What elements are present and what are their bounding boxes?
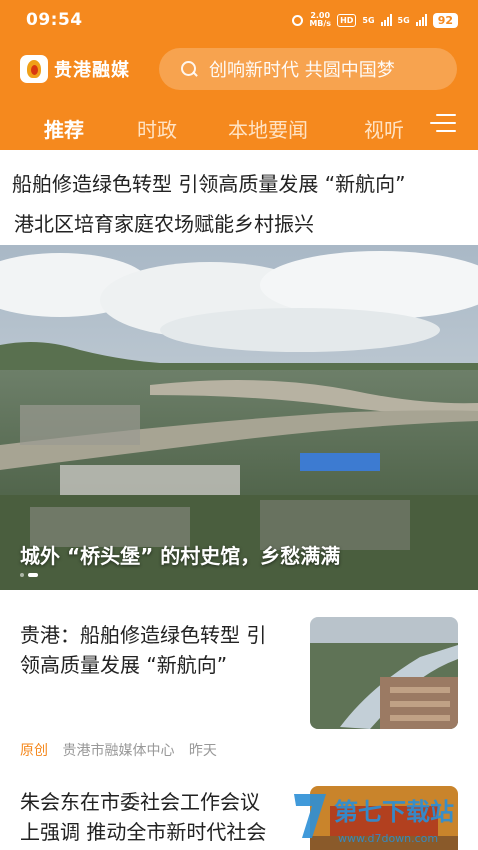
search-placeholder: 创响新时代 共圆中国梦 — [209, 60, 395, 81]
status-bar: 09:54 2.00 MB/s HD 5G 5G 92 — [0, 0, 478, 42]
watermark-logo: 第七下载站 www.d7down.com — [294, 794, 454, 845]
banner-caption: 城外 “桥头堡” 的村史馆，乡愁满满 — [20, 544, 341, 568]
headline-2[interactable]: 港北区培育家庭农场赋能乡村振兴 — [14, 208, 314, 237]
channel-tabs: 推荐 时政 本地要闻 视听 — [0, 104, 478, 148]
original-tag: 原创 — [20, 743, 48, 759]
network-speed-unit: MB/s — [309, 19, 332, 28]
channel-menu-icon[interactable] — [430, 112, 456, 134]
network-type-1: 5G — [362, 15, 375, 25]
signal-icon-2 — [415, 14, 427, 26]
news-item-1-title[interactable]: 贵港：船舶修造绿色转型 引 领高质量发展 “新航向” — [20, 620, 266, 680]
network-type-2: 5G — [397, 15, 410, 25]
news-item-1-image — [310, 617, 458, 729]
signal-icon — [380, 14, 392, 26]
news-item-2-title[interactable]: 朱会东在市委社会工作会议 上强调 推动全市新时代社会 — [20, 787, 266, 847]
news-item-2-title-line1: 朱会东在市委社会工作会议 — [20, 790, 260, 814]
battery-icon: 92 — [432, 12, 458, 28]
news-time: 昨天 — [188, 743, 217, 759]
tab-video[interactable]: 视听 — [364, 114, 404, 143]
news-item-1-thumbnail[interactable] — [310, 617, 458, 729]
news-source: 贵港市融媒体中心 — [62, 743, 175, 759]
svg-text:www.d7down.com: www.d7down.com — [338, 832, 438, 845]
status-time: 09:54 — [26, 10, 83, 30]
app-logo: 贵港融媒 — [20, 55, 130, 83]
flame-logo-icon — [20, 55, 48, 83]
banner-carousel[interactable]: 城外 “桥头堡” 的村史馆，乡愁满满 — [0, 245, 478, 590]
search-icon — [181, 61, 197, 77]
news-item-1-meta: 原创 贵港市融媒体中心 昨天 — [20, 740, 217, 760]
news-item-2-title-line2: 上强调 推动全市新时代社会 — [20, 820, 267, 844]
news-item-1-title-line2: 领高质量发展 “新航向” — [20, 653, 228, 677]
search-bar[interactable]: 创响新时代 共圆中国梦 — [159, 48, 457, 90]
tab-politics[interactable]: 时政 — [137, 114, 177, 143]
svg-text:第七下载站: 第七下载站 — [334, 798, 454, 826]
alarm-icon — [292, 14, 304, 26]
banner-image — [0, 245, 478, 590]
app-name: 贵港融媒 — [54, 60, 130, 81]
news-item-1-title-line1: 贵港：船舶修造绿色转型 引 — [20, 623, 267, 647]
tab-local-news[interactable]: 本地要闻 — [228, 114, 308, 143]
status-icons: 2.00 MB/s HD 5G 5G 92 — [292, 12, 458, 28]
headline-1[interactable]: 船舶修造绿色转型 引领高质量发展 “新航向” — [12, 168, 405, 197]
network-speed: 2.00 MB/s — [309, 12, 331, 28]
carousel-indicator — [20, 573, 38, 577]
tab-recommend[interactable]: 推荐 — [44, 114, 84, 143]
hd-icon: HD — [337, 13, 357, 27]
app-header: 09:54 2.00 MB/s HD 5G 5G 92 贵港融媒 创响新时代 共… — [0, 0, 478, 150]
